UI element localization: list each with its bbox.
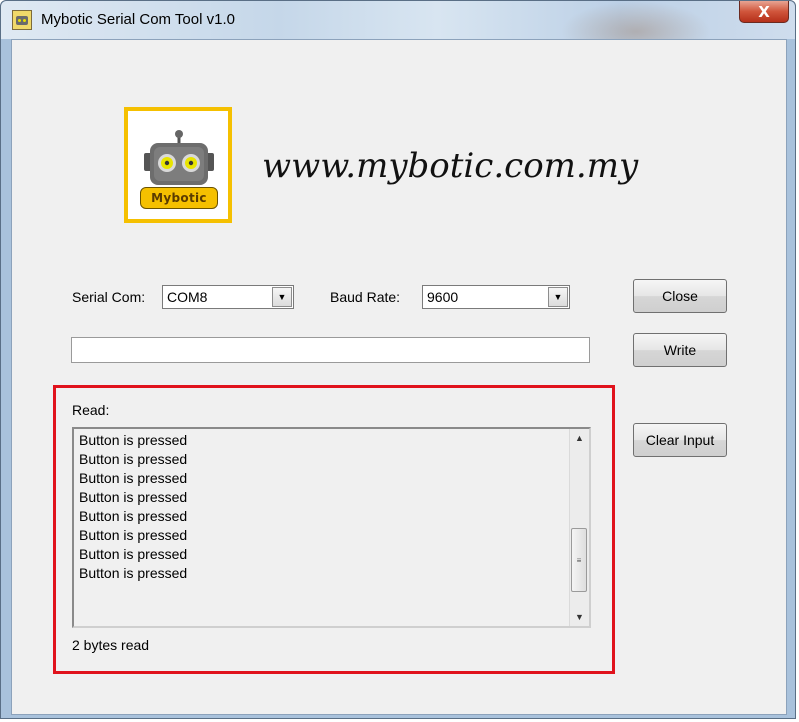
chevron-down-icon[interactable]: ▼	[272, 287, 292, 307]
chevron-down-icon[interactable]: ▼	[548, 287, 568, 307]
mybotic-logo: Mybotic	[124, 107, 232, 223]
robot-icon[interactable]	[12, 10, 32, 30]
serial-com-label: Serial Com:	[72, 289, 146, 305]
client-area: Mybotic www.mybotic.com.my Serial Com: C…	[11, 39, 787, 715]
read-line: Button is pressed	[79, 470, 188, 486]
read-line: Button is pressed	[79, 508, 188, 524]
title-bar[interactable]: Mybotic Serial Com Tool v1.0 X	[1, 1, 795, 39]
app-window: Mybotic Serial Com Tool v1.0 X Mybotic w…	[0, 0, 796, 719]
baud-rate-dropdown[interactable]: 9600 ▼	[422, 285, 570, 309]
baud-rate-label: Baud Rate:	[330, 289, 401, 305]
read-lines: Button is pressed Button is pressed Butt…	[79, 431, 549, 583]
read-line: Button is pressed	[79, 451, 188, 467]
read-output[interactable]: Button is pressed Button is pressed Butt…	[72, 427, 591, 628]
baud-rate-value: 9600	[427, 289, 459, 305]
logo-wordmark: Mybotic	[140, 187, 218, 209]
read-line: Button is pressed	[79, 527, 188, 543]
read-line: Button is pressed	[79, 546, 188, 562]
serial-com-dropdown[interactable]: COM8 ▼	[162, 285, 294, 309]
title-bar-glow	[561, 1, 711, 39]
window-title: Mybotic Serial Com Tool v1.0	[41, 11, 235, 28]
serial-com-value: COM8	[167, 289, 208, 305]
window-close-button[interactable]: X	[739, 1, 789, 23]
website-url: www.mybotic.com.my	[262, 146, 639, 186]
read-label: Read:	[72, 402, 110, 418]
scrollbar-thumb[interactable]: ≡	[571, 528, 587, 592]
read-line: Button is pressed	[79, 489, 188, 505]
close-button[interactable]: Close	[633, 279, 727, 313]
read-scrollbar[interactable]: ▲ ≡ ▼	[569, 429, 589, 626]
robot-face-icon	[144, 130, 214, 185]
write-input[interactable]	[71, 337, 590, 363]
bytes-read-status: 2 bytes read	[72, 637, 150, 653]
read-line: Button is pressed	[79, 565, 188, 581]
write-button[interactable]: Write	[633, 333, 727, 367]
arrow-up-icon[interactable]: ▲	[570, 429, 589, 447]
read-line: Button is pressed	[79, 432, 188, 448]
clear-input-button[interactable]: Clear Input	[633, 423, 727, 457]
arrow-down-icon[interactable]: ▼	[570, 608, 589, 626]
